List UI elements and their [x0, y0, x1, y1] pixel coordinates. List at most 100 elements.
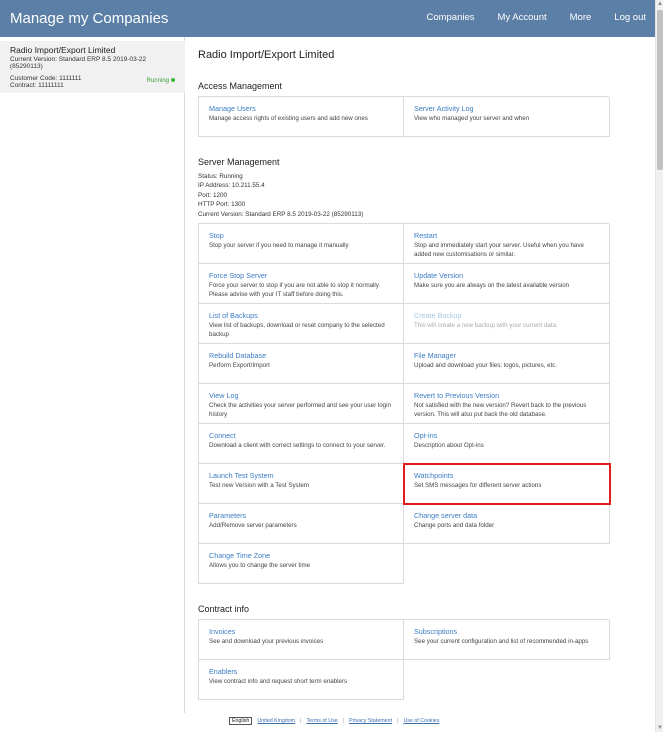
list-of-backups-desc: View list of backups, download or reset …: [209, 322, 385, 338]
restart-desc: Stop and immediately start your server. …: [414, 242, 584, 258]
restart-card[interactable]: Restart Stop and immediately start your …: [404, 224, 610, 264]
change-time-zone-desc: Allows you to change the server time: [209, 562, 311, 569]
scroll-thumb[interactable]: [657, 10, 663, 170]
footer-separator: |: [342, 718, 345, 724]
server-activity-log-card[interactable]: Server Activity Log View who managed you…: [404, 97, 610, 137]
stop-card[interactable]: Stop Stop your server if you need to man…: [199, 224, 404, 264]
enablers-link[interactable]: Enablers: [209, 667, 393, 676]
company-name: Radio Import/Export Limited: [10, 45, 116, 55]
empty-cell: [404, 659, 610, 699]
nav-log-out[interactable]: Log out: [614, 12, 646, 23]
manage-users-card[interactable]: Manage Users Manage access rights of exi…: [199, 97, 404, 137]
footer: English United Kingdom | Terms of Use | …: [229, 717, 439, 725]
file-manager-card[interactable]: File Manager Upload and download your fi…: [404, 344, 610, 384]
invoices-card[interactable]: Invoices See and download your previous …: [199, 620, 404, 660]
nav-more[interactable]: More: [570, 12, 592, 23]
contract-info-heading: Contract info: [198, 604, 250, 614]
status-dot-icon: [171, 78, 175, 83]
manage-users-link[interactable]: Manage Users: [209, 104, 393, 113]
opt-ins-card[interactable]: Opt-ins Description about Opt-ins: [404, 424, 610, 464]
revert-version-link[interactable]: Revert to Previous Version: [414, 391, 599, 400]
create-backup-desc: This will create a new backup with your …: [414, 322, 558, 329]
watchpoints-desc: Set SMS messages for different server ac…: [414, 482, 542, 489]
footer-link-united-kingdom[interactable]: United Kingdom: [257, 718, 295, 724]
company-version: Current Version: Standard ERP 8.5 2019-0…: [10, 56, 147, 70]
opt-ins-desc: Description about Opt-ins: [414, 442, 484, 449]
server-grid: Stop Stop your server if you need to man…: [198, 223, 611, 584]
launch-test-system-card[interactable]: Launch Test System Test new Version with…: [199, 464, 404, 504]
list-of-backups-link[interactable]: List of Backups: [209, 311, 393, 320]
view-log-desc: Check the activities your server perform…: [209, 402, 391, 418]
page-title: Radio Import/Export Limited: [198, 49, 335, 61]
change-time-zone-card[interactable]: Change Time Zone Allows you to change th…: [199, 544, 404, 584]
view-log-link[interactable]: View Log: [209, 391, 393, 400]
parameters-desc: Add/Remove server parameters: [209, 522, 297, 529]
restart-link[interactable]: Restart: [414, 231, 599, 240]
contract-grid: Invoices See and download your previous …: [198, 619, 610, 700]
subscriptions-card[interactable]: Subscriptions See your current configura…: [404, 620, 610, 660]
change-server-data-link[interactable]: Change server data: [414, 511, 599, 520]
launch-test-system-desc: Test new Version with a Test System: [209, 482, 309, 489]
server-version: Current Version: Standard ERP 8.5 2019-0…: [198, 210, 364, 218]
brand-title[interactable]: Manage my Companies: [10, 10, 168, 27]
language-select[interactable]: English: [229, 717, 253, 725]
page-scrollbar[interactable]: ▲ ▼: [655, 0, 663, 732]
force-stop-card[interactable]: Force Stop Server Force your server to s…: [199, 264, 404, 304]
company-card[interactable]: Radio Import/Export Limited Current Vers…: [0, 41, 185, 93]
server-ip: IP Address: 10.211.55.4: [198, 182, 265, 190]
update-version-desc: Make sure you are always on the latest a…: [414, 282, 570, 289]
create-backup-card: Create Backup This will create a new bac…: [404, 304, 610, 344]
stop-link[interactable]: Stop: [209, 231, 393, 240]
connect-card[interactable]: Connect Download a client with correct s…: [199, 424, 404, 464]
parameters-link[interactable]: Parameters: [209, 511, 393, 520]
file-manager-desc: Upload and download your files: logos, p…: [414, 362, 558, 369]
update-version-card[interactable]: Update Version Make sure you are always …: [404, 264, 610, 304]
force-stop-desc: Force your server to stop if you are not…: [209, 282, 381, 298]
force-stop-link[interactable]: Force Stop Server: [209, 271, 393, 280]
top-nav: Companies My Account More Log out: [403, 12, 646, 23]
change-time-zone-link[interactable]: Change Time Zone: [209, 551, 393, 560]
footer-link-use-of-cookies[interactable]: Use of Cookies: [403, 718, 439, 724]
footer-separator: |: [300, 718, 302, 724]
enablers-desc: View contract info and request short ter…: [209, 678, 348, 685]
subscriptions-desc: See your current configuration and list …: [414, 638, 589, 645]
status-badge: Running: [147, 78, 175, 84]
change-server-data-card[interactable]: Change server data Change ports and data…: [404, 504, 610, 544]
access-management-heading: Access Management: [198, 81, 283, 91]
watchpoints-link[interactable]: Watchpoints: [414, 471, 599, 480]
launch-test-system-link[interactable]: Launch Test System: [209, 471, 393, 480]
server-status: Status: Running: [198, 173, 243, 180]
connect-desc: Download a client with correct settings …: [209, 442, 386, 449]
change-server-data-desc: Change ports and data folder: [414, 522, 495, 529]
file-manager-link[interactable]: File Manager: [414, 351, 599, 360]
revert-version-card[interactable]: Revert to Previous Version Not satisfied…: [404, 384, 610, 424]
scroll-down-arrow-icon[interactable]: ▼: [656, 724, 663, 732]
rebuild-database-card[interactable]: Rebuild Database Perform Export/Import: [199, 344, 404, 384]
server-activity-log-link[interactable]: Server Activity Log: [414, 104, 599, 113]
server-port: Port: 1200: [198, 191, 228, 199]
nav-companies[interactable]: Companies: [426, 12, 474, 23]
empty-cell: [404, 543, 610, 583]
top-header: Manage my Companies Companies My Account…: [0, 0, 655, 37]
opt-ins-link[interactable]: Opt-ins: [414, 431, 599, 440]
invoices-link[interactable]: Invoices: [209, 627, 393, 636]
enablers-card[interactable]: Enablers View contract info and request …: [199, 660, 404, 700]
parameters-card[interactable]: Parameters Add/Remove server parameters: [199, 504, 404, 544]
nav-my-account[interactable]: My Account: [498, 12, 547, 23]
watchpoints-card[interactable]: Watchpoints Set SMS messages for differe…: [403, 463, 611, 505]
list-of-backups-card[interactable]: List of Backups View list of backups, do…: [199, 304, 404, 344]
server-management-heading: Server Management: [198, 157, 280, 167]
manage-users-desc: Manage access rights of existing users a…: [209, 115, 368, 122]
subscriptions-link[interactable]: Subscriptions: [414, 627, 599, 636]
sidebar: Radio Import/Export Limited Current Vers…: [0, 37, 185, 713]
server-http-port: HTTP Port: 1300: [198, 201, 246, 209]
connect-link[interactable]: Connect: [209, 431, 393, 440]
footer-separator: |: [397, 718, 399, 724]
footer-link-privacy-statement[interactable]: Privacy Statement: [349, 718, 392, 724]
rebuild-database-link[interactable]: Rebuild Database: [209, 351, 393, 360]
footer-link-terms-of-use[interactable]: Terms of Use: [306, 718, 337, 724]
view-log-card[interactable]: View Log Check the activities your serve…: [199, 384, 404, 424]
update-version-link[interactable]: Update Version: [414, 271, 599, 280]
access-grid: Manage Users Manage access rights of exi…: [198, 96, 610, 137]
scroll-up-arrow-icon[interactable]: ▲: [656, 0, 663, 8]
